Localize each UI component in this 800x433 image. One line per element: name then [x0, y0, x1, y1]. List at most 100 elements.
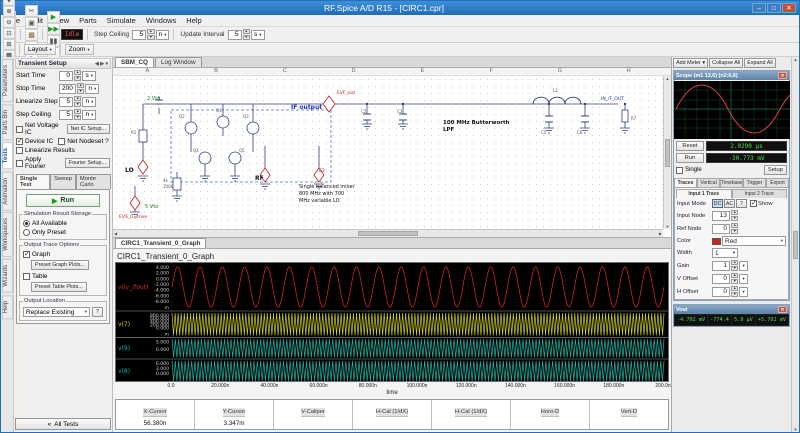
v-offset-unit-select[interactable]: ▾ [739, 274, 747, 284]
fourier-setup-button[interactable]: Fourier Setup... [65, 158, 110, 168]
storage-radio[interactable] [23, 229, 30, 236]
zoom-window-icon[interactable]: ⊞ [3, 39, 15, 50]
menu-item[interactable]: Simulate [102, 15, 141, 26]
schematic-canvas[interactable]: 2 VtoIF outputEVF_outC2C3L2C5C6100 MHz B… [113, 76, 663, 229]
output-location-help-button[interactable]: ? [92, 307, 103, 317]
update-interval-unit-select[interactable]: s▾ [251, 30, 265, 40]
step-ceiling-stepper[interactable]: ▲▼ [147, 29, 154, 40]
scope-run-button[interactable]: Run [676, 153, 704, 163]
gain-input[interactable]: 1 [712, 261, 730, 271]
scope-tab[interactable]: Export [766, 178, 789, 187]
input-trace-tab[interactable]: Input 1 Trace [676, 189, 732, 198]
side-tab[interactable]: Workspaces [2, 212, 13, 257]
minimize-button[interactable]: – [752, 3, 766, 13]
trace-width-select[interactable]: 1 ▾ [712, 248, 738, 258]
show-trace-checkbox[interactable] [750, 200, 757, 207]
add-meter-button[interactable]: Add Meter ▾ [673, 58, 708, 68]
cut-icon[interactable]: ✂ [25, 5, 38, 17]
collapse-all-button[interactable]: Collapse All [709, 58, 743, 68]
close-button[interactable]: ✕ [782, 3, 796, 13]
v-offset-stepper[interactable]: ▲▼ [731, 273, 738, 284]
storage-radio[interactable] [23, 220, 30, 227]
zoom-dropdown[interactable]: Zoom▾ [65, 44, 94, 55]
test-mode-tab[interactable]: Sweep [50, 174, 76, 189]
maximize-button[interactable]: □ [767, 3, 781, 13]
update-interval-stepper[interactable]: ▲▼ [243, 29, 250, 40]
side-tab[interactable]: Parts Bin [2, 104, 13, 140]
ref-node-input[interactable]: 0 [712, 224, 730, 234]
close-icon[interactable]: ✕ [778, 72, 787, 79]
plot-area[interactable]: v(iv_/fout)4.0002.0000.000-2.000-4.000-6… [115, 262, 669, 382]
menu-item[interactable]: Help [181, 15, 206, 26]
input-trace-tab[interactable]: Input 2 Trace [732, 189, 788, 198]
scope-titlebar[interactable]: Scope (m1 13,6) (n2:6,6) ✕ [674, 71, 789, 80]
side-tab[interactable]: Wizards [2, 259, 13, 293]
field-input[interactable]: 0 [59, 71, 73, 81]
unit-select[interactable]: n▾ [85, 84, 99, 94]
unit-select[interactable]: s▾ [82, 71, 96, 81]
scope-setup-button[interactable]: Setup [764, 165, 787, 175]
input-mode-ac-button[interactable]: AC [724, 199, 735, 208]
expand-all-button[interactable]: Expand All [744, 58, 775, 68]
side-tab[interactable]: Help [2, 295, 13, 319]
menu-item[interactable]: Windows [141, 15, 181, 26]
field-input[interactable]: 5 [59, 97, 73, 107]
panel-nav-icons[interactable]: ◀ ▶ ▾ [95, 61, 108, 67]
ref-node-stepper[interactable]: ▲▼ [731, 223, 738, 234]
trace-color-select[interactable]: Red ▾ [722, 236, 786, 246]
device-ic-checkbox[interactable] [16, 138, 23, 145]
scope-reset-button[interactable]: Reset [676, 141, 704, 151]
field-input[interactable]: 200 [59, 84, 76, 94]
apply-fourier-checkbox[interactable] [16, 160, 23, 167]
document-tab[interactable]: SBM_CQ [115, 57, 154, 67]
graph-tab[interactable]: CIRC1_Transient_0_Graph [115, 238, 206, 248]
copy-icon[interactable]: ▣ [25, 17, 38, 29]
schematic-vertical-scrollbar[interactable]: ▲▼ [663, 76, 671, 229]
scope-tab[interactable]: Timebase [720, 178, 743, 187]
run-all-icon[interactable]: ▶▶ [47, 23, 60, 35]
net-ic-setup-button[interactable]: Net IC Setup... [67, 124, 110, 134]
test-mode-tab[interactable]: Monte Carlo [76, 174, 111, 189]
test-mode-tab[interactable]: Single Test [16, 174, 50, 189]
step-ceiling-input[interactable]: 5 [132, 30, 146, 40]
gain-unit-select[interactable]: ▾ [739, 261, 747, 271]
field-stepper[interactable]: ▲▼ [74, 96, 81, 107]
run-button[interactable]: ▶ Run [26, 194, 100, 207]
panel-scrollbar[interactable]: ▲▼ [791, 57, 799, 432]
zoom-fit-icon[interactable]: ⊡ [3, 28, 15, 39]
net-nodeset-checkbox[interactable] [58, 138, 65, 145]
preset-table-plots-button[interactable]: Preset Table Plots... [31, 282, 87, 292]
schematic-editor[interactable]: ABCDEFGH [113, 68, 671, 238]
h-offset-unit-select[interactable]: ▾ [739, 287, 747, 297]
table-output-checkbox[interactable] [23, 273, 30, 280]
close-icon[interactable]: ✕ [778, 306, 787, 313]
side-tab[interactable]: Tests [2, 142, 13, 169]
layout-dropdown[interactable]: Layout▾ [24, 44, 56, 55]
field-input[interactable]: 5 [59, 110, 73, 120]
all-tests-button[interactable]: « All Tests [15, 418, 111, 430]
linearize-results-checkbox[interactable] [16, 147, 23, 154]
output-location-select[interactable]: Replace Existing ▾ [23, 307, 90, 317]
scope-single-checkbox[interactable] [676, 167, 683, 174]
document-tab[interactable]: Log Window [155, 57, 202, 67]
paste-icon[interactable]: ▩ [25, 29, 38, 41]
scope-tab[interactable]: Traces [674, 178, 697, 187]
side-tab[interactable]: Animation [2, 172, 13, 211]
input-mode-help-button[interactable]: ? [736, 199, 747, 208]
gain-stepper[interactable]: ▲▼ [731, 260, 738, 271]
zoom-out-icon[interactable]: ⊖ [3, 17, 15, 28]
voltmeter-titlebar[interactable]: Vout ✕ [674, 305, 789, 314]
h-offset-input[interactable]: 0 [712, 287, 730, 297]
net-voltage-ic-checkbox[interactable] [16, 126, 23, 133]
unit-select[interactable]: n▾ [82, 97, 96, 107]
input-mode-dc-button[interactable]: DC [712, 199, 723, 208]
scope-tab[interactable]: Vertical [697, 178, 720, 187]
run-test-icon[interactable]: ▶ [47, 11, 60, 23]
h-offset-stepper[interactable]: ▲▼ [731, 286, 738, 297]
preset-graph-plots-button[interactable]: Preset Graph Plots... [31, 260, 89, 270]
field-stepper[interactable]: ▲▼ [74, 70, 81, 81]
menu-item[interactable]: Parts [74, 15, 102, 26]
zoom-in-icon[interactable]: ⊕ [3, 6, 15, 17]
step-ceiling-unit-select[interactable]: n▾ [156, 30, 170, 40]
input-node-stepper[interactable]: ▲▼ [731, 210, 738, 221]
